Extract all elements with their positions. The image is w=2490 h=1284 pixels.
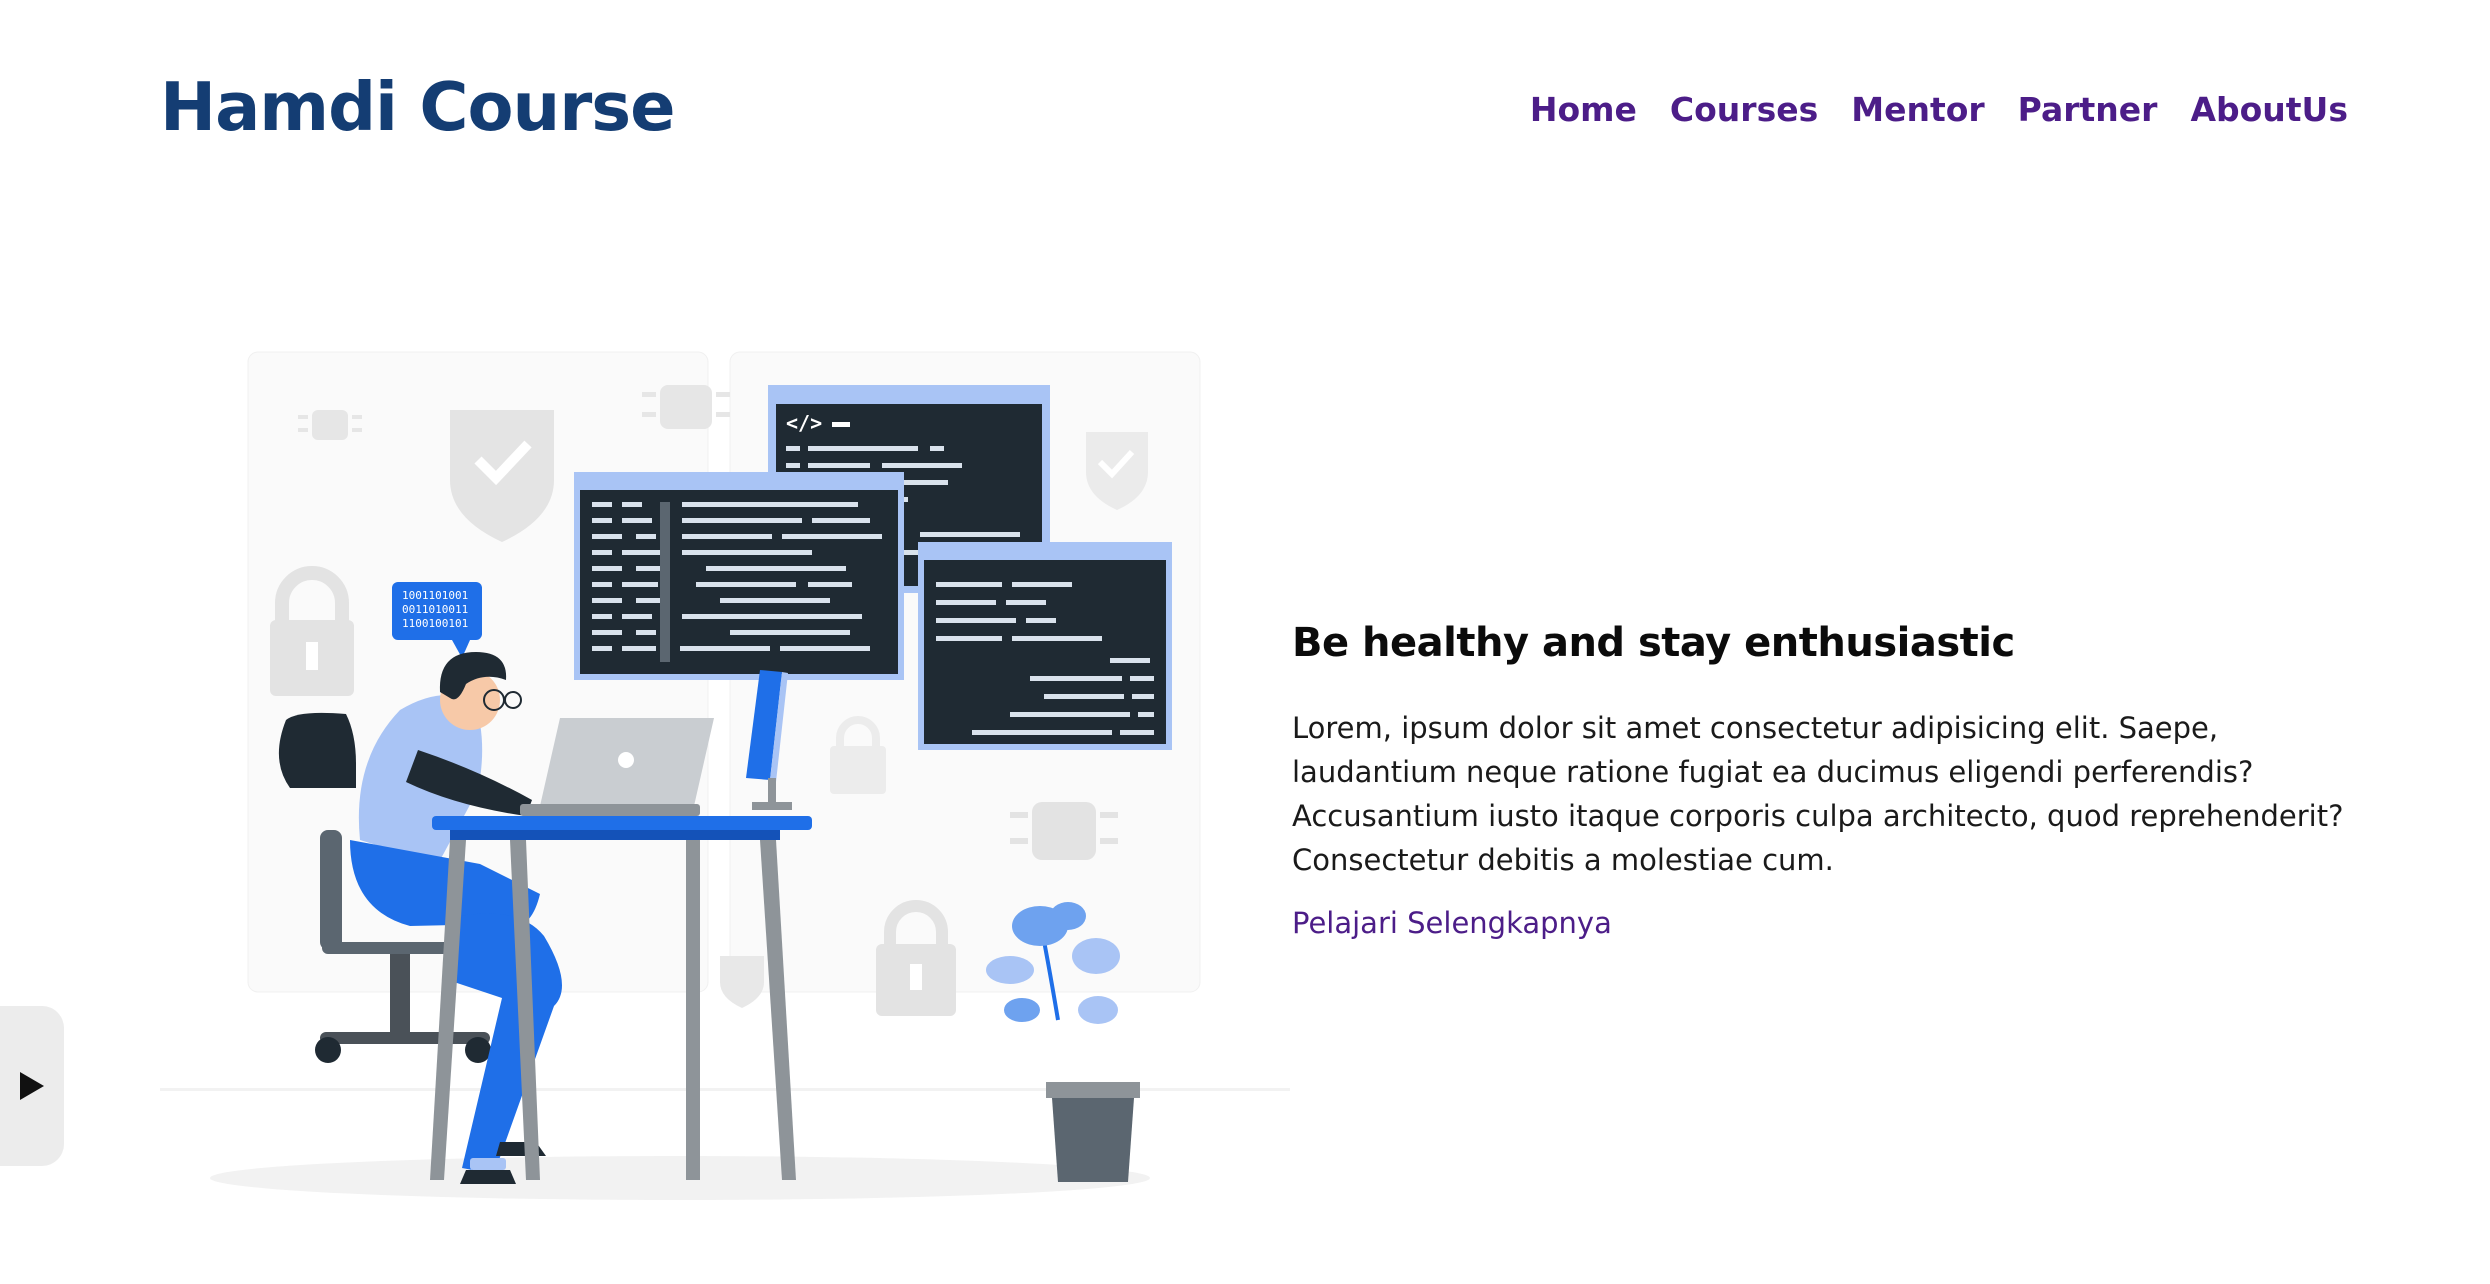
main-nav: Home Courses Mentor Partner AboutUs bbox=[1530, 90, 2348, 129]
code-window bbox=[918, 542, 1172, 750]
bubble-line: 1001101001 bbox=[402, 589, 468, 602]
side-play-tab[interactable] bbox=[0, 1006, 64, 1166]
nav-courses[interactable]: Courses bbox=[1670, 90, 1818, 129]
nav-mentor[interactable]: Mentor bbox=[1851, 90, 1984, 129]
bubble-line: 1100100101 bbox=[402, 617, 468, 630]
bubble-line: 0011010011 bbox=[402, 603, 468, 616]
svg-text:</>: </> bbox=[786, 411, 822, 435]
code-window bbox=[574, 472, 904, 680]
nav-home[interactable]: Home bbox=[1530, 90, 1637, 129]
developer-at-desk-illustration: </> 1001101001 0011010011 1100100101 bbox=[160, 351, 1290, 1200]
play-icon bbox=[20, 1072, 44, 1100]
nav-partner[interactable]: Partner bbox=[2018, 90, 2158, 129]
hero-headline: Be healthy and stay enthusiastic bbox=[1292, 620, 2015, 666]
hero-content: Be healthy and stay enthusiastic Lorem, … bbox=[1292, 620, 2392, 940]
learn-more-link[interactable]: Pelajari Selengkapnya bbox=[1292, 906, 1612, 940]
nav-aboutus[interactable]: AboutUs bbox=[2190, 90, 2348, 129]
hero-description: Lorem, ipsum dolor sit amet consectetur … bbox=[1292, 711, 2344, 877]
shield-icon bbox=[720, 956, 764, 1008]
brand-logo[interactable]: Hamdi Course bbox=[160, 68, 676, 146]
